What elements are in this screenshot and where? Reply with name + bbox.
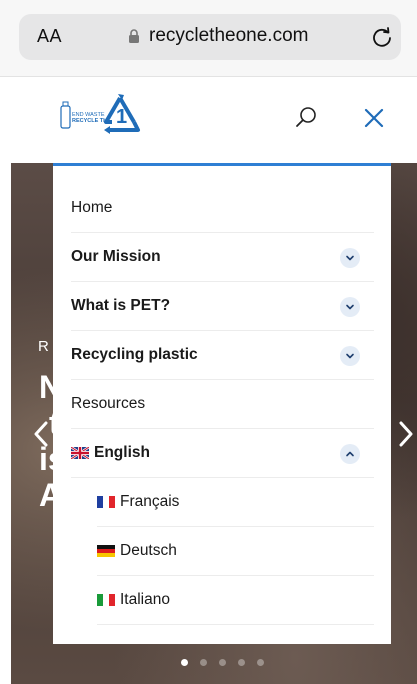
carousel-dot[interactable]: [257, 659, 264, 666]
close-icon[interactable]: [360, 104, 388, 132]
logo-number: 1: [116, 106, 127, 128]
site-header: END WASTE RECYCLE THE 1: [0, 77, 417, 163]
text-size-button[interactable]: AA: [37, 26, 62, 47]
carousel-prev-icon[interactable]: [34, 421, 48, 447]
hero-eyebrow: R: [38, 338, 49, 355]
menu-item-home[interactable]: Home: [71, 184, 374, 233]
carousel-next-icon[interactable]: [399, 421, 413, 447]
reload-icon[interactable]: [371, 26, 393, 48]
menu-item-label: Recycling plastic: [71, 346, 198, 363]
site-logo[interactable]: END WASTE RECYCLE THE 1: [58, 92, 150, 142]
carousel-dot[interactable]: [200, 659, 207, 666]
menu-item-label: Italiano: [120, 591, 170, 608]
chevron-down-icon[interactable]: [340, 297, 360, 317]
lock-icon: [129, 29, 139, 43]
url-field[interactable]: AA recycletheone.com: [19, 14, 401, 60]
menu-item-label: Our Mission: [71, 248, 161, 265]
menu-item-francais[interactable]: Français: [97, 478, 374, 527]
carousel-dot[interactable]: [219, 659, 226, 666]
search-icon[interactable]: [292, 104, 320, 132]
chevron-up-icon[interactable]: [340, 444, 360, 464]
menu-item-our-mission[interactable]: Our Mission: [71, 233, 374, 282]
url-text: recycletheone.com: [149, 25, 309, 46]
menu-item-label: What is PET?: [71, 297, 171, 314]
carousel-dot[interactable]: [238, 659, 245, 666]
menu-item-label: Home: [71, 199, 113, 216]
chevron-down-icon[interactable]: [340, 248, 360, 268]
nav-menu: Home Our Mission What is PET? Recycling …: [53, 163, 391, 644]
menu-item-resources[interactable]: Resources: [71, 380, 374, 429]
menu-item-italiano[interactable]: Italiano: [97, 576, 374, 625]
menu-item-deutsch[interactable]: Deutsch: [97, 527, 374, 576]
carousel-dot[interactable]: [181, 659, 188, 666]
france-flag-icon: [97, 496, 115, 508]
menu-item-label: Deutsch: [120, 542, 177, 559]
chevron-down-icon[interactable]: [340, 346, 360, 366]
menu-item-what-is-pet[interactable]: What is PET?: [71, 282, 374, 331]
menu-item-label: Resources: [71, 395, 146, 412]
menu-item-recycling-plastic[interactable]: Recycling plastic: [71, 331, 374, 380]
uk-flag-icon: [71, 447, 89, 459]
menu-item-label: Français: [120, 493, 180, 510]
carousel-dots: [181, 659, 271, 669]
menu-item-label: English: [94, 444, 150, 461]
italy-flag-icon: [97, 594, 115, 606]
germany-flag-icon: [97, 545, 115, 557]
browser-address-bar: AA recycletheone.com: [0, 0, 417, 76]
menu-item-english[interactable]: English: [71, 429, 374, 478]
